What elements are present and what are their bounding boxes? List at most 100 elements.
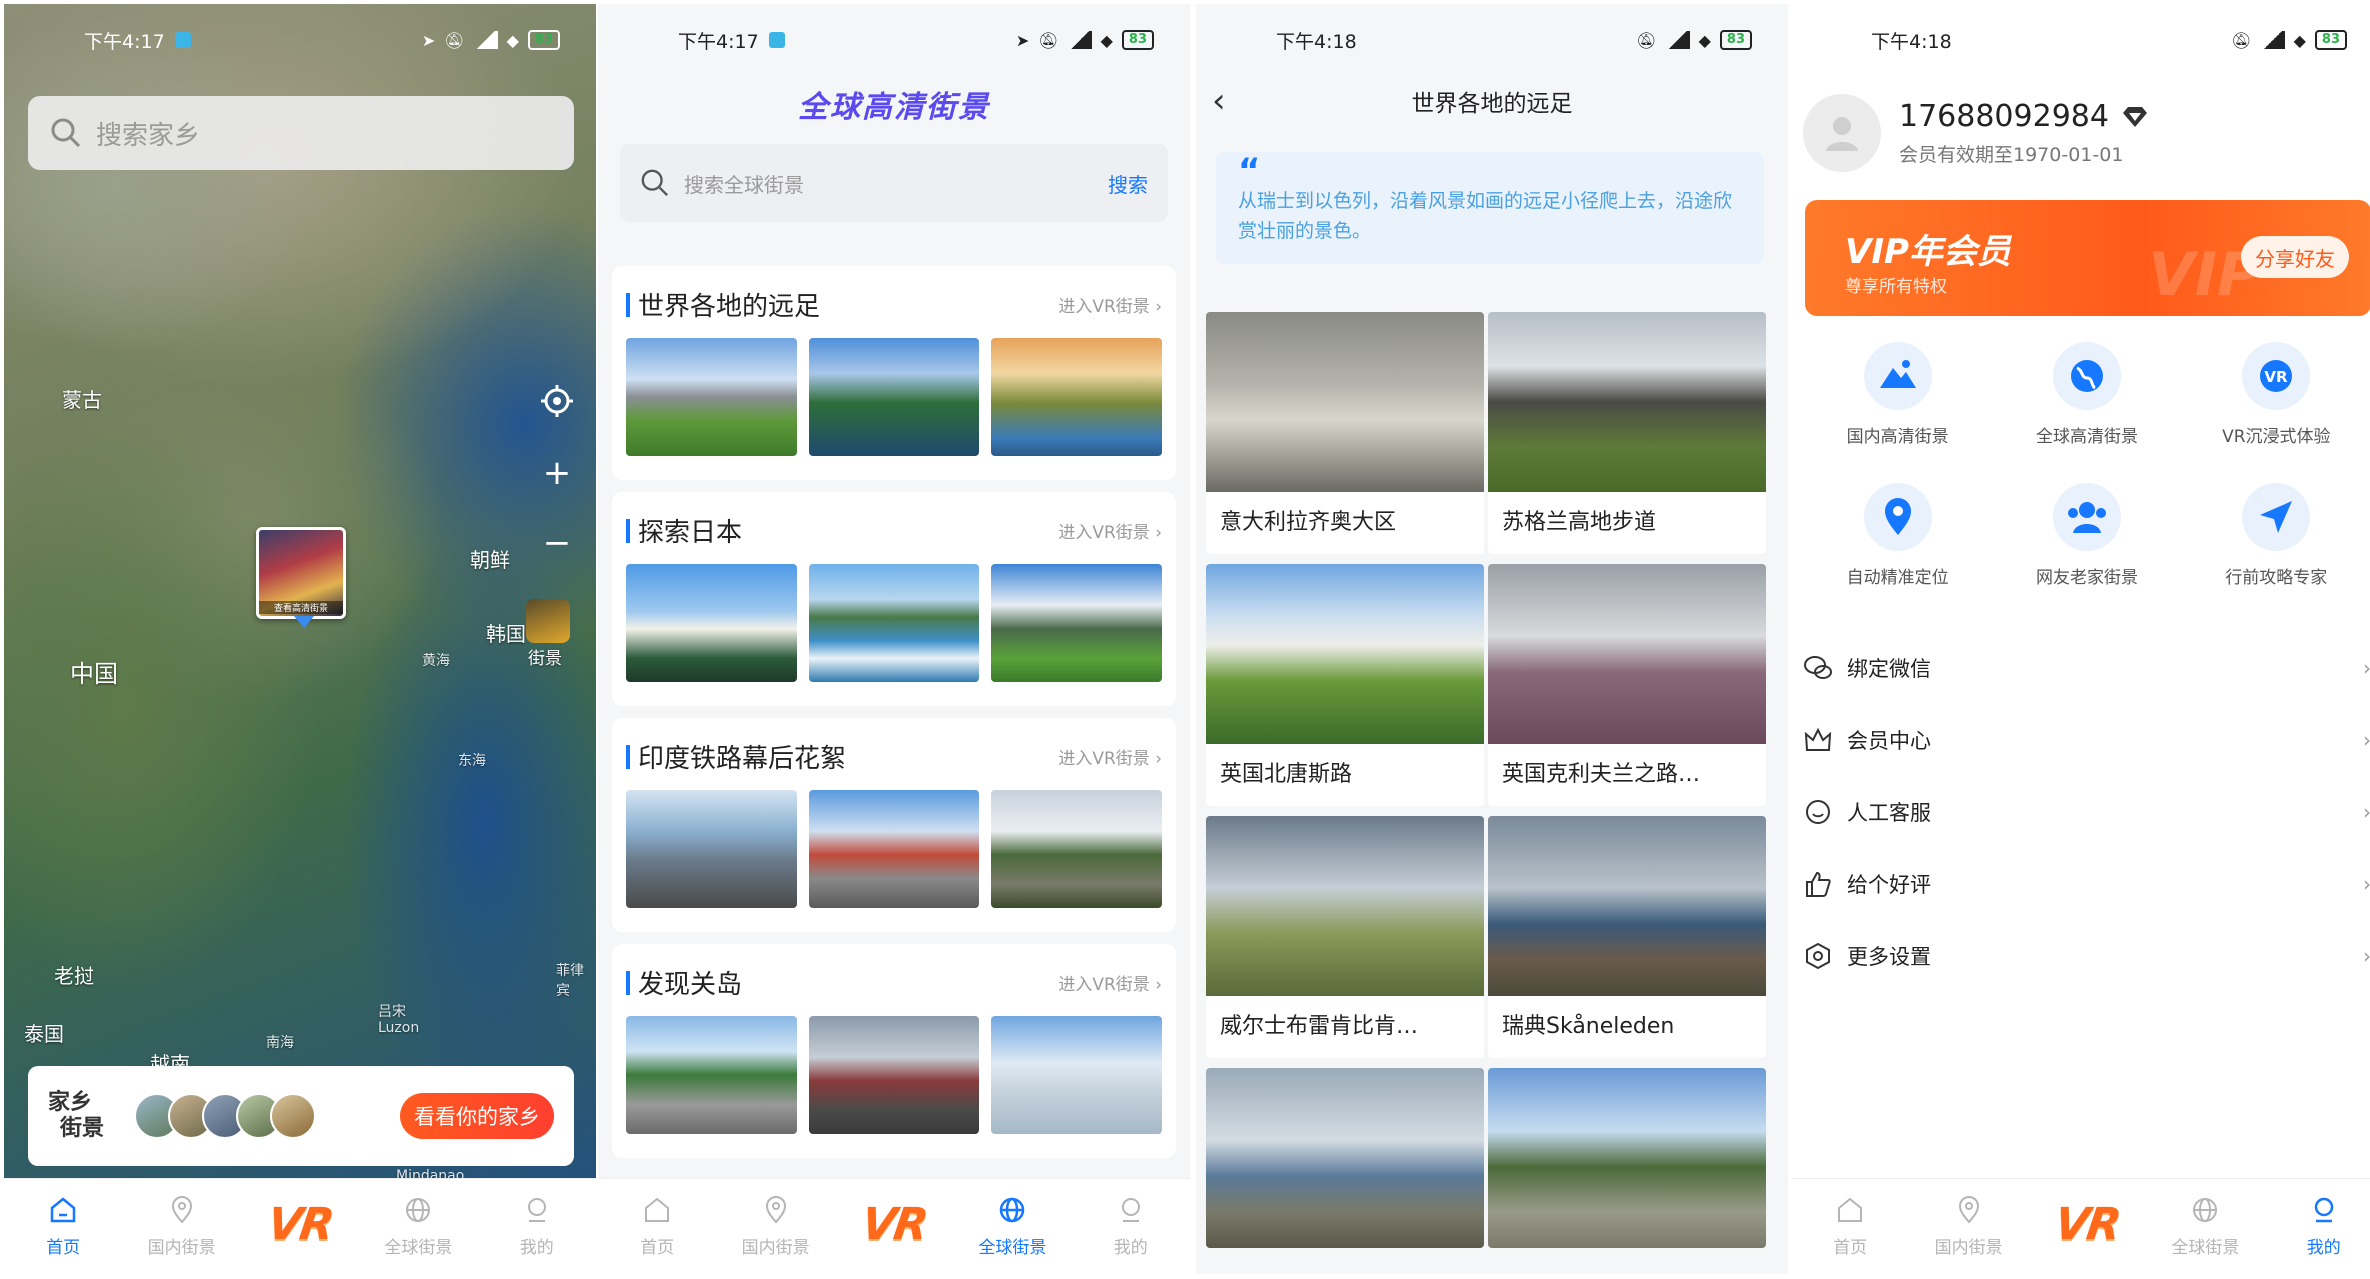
- destination-card[interactable]: 英国克利夫兰之路…: [1488, 564, 1766, 806]
- feature-domestic[interactable]: 国内高清街景: [1803, 342, 1992, 447]
- battery-icon: 83: [1121, 30, 1154, 50]
- tab-global[interactable]: 全球街景: [363, 1193, 473, 1258]
- tab-domestic[interactable]: 国内街景: [1914, 1193, 2024, 1258]
- thumbnail[interactable]: [626, 338, 797, 456]
- tab-home[interactable]: 首页: [1795, 1193, 1905, 1258]
- tab-domestic[interactable]: 国内街景: [721, 1193, 831, 1258]
- bottom-tab-bar: 首页 国内街景 VR 全球街景 我的: [1791, 1178, 2370, 1274]
- status-bar: 下午4:17 ➤ 🔕︎ ◆ 83: [598, 4, 1190, 76]
- signal-icon: [1665, 31, 1690, 49]
- tab-vr[interactable]: VR: [245, 1193, 355, 1250]
- thumbnail[interactable]: [626, 790, 797, 908]
- vip-card[interactable]: VIP VIP年会员 尊享所有特权 分享好友: [1805, 200, 2370, 316]
- tab-label: 首页: [640, 1238, 675, 1258]
- tab-vr[interactable]: VR: [839, 1193, 949, 1250]
- thumbnail[interactable]: [808, 338, 980, 456]
- feature-global[interactable]: 全球高清街景: [1992, 342, 2181, 447]
- share-friends-button[interactable]: 分享好友: [2241, 236, 2349, 278]
- wifi-icon: ◆: [2293, 30, 2306, 50]
- enter-vr-link[interactable]: 进入VR街景 ›: [1058, 744, 1162, 769]
- tab-vr[interactable]: VR: [2032, 1193, 2142, 1250]
- feature-location[interactable]: 自动精准定位: [1803, 483, 1992, 588]
- tab-global[interactable]: 全球街景: [957, 1193, 1067, 1258]
- thumbnail[interactable]: [626, 564, 797, 682]
- tab-home[interactable]: 首页: [8, 1193, 118, 1258]
- map-label-laos: 老挝: [54, 964, 94, 988]
- enter-vr-link[interactable]: 进入VR街景 ›: [1058, 518, 1162, 543]
- menu-label: 人工客服: [1847, 801, 1931, 825]
- back-button[interactable]: ‹: [1212, 81, 1226, 121]
- tab-label: 我的: [1113, 1238, 1148, 1258]
- map-label-philippines: 菲律宾: [556, 963, 584, 999]
- section-title: 印度铁路幕后花絮: [638, 744, 847, 774]
- menu-more-settings[interactable]: 更多设置 ›: [1803, 920, 2370, 992]
- street-view-pin[interactable]: 查看高清街景: [256, 527, 346, 619]
- locate-button[interactable]: [532, 376, 582, 426]
- plus-icon: +: [542, 453, 572, 493]
- menu-label: 绑定微信: [1847, 657, 1931, 681]
- global-search-input[interactable]: 搜索全球街景 搜索: [620, 144, 1168, 222]
- thumbnail[interactable]: [808, 790, 980, 908]
- menu-customer-service[interactable]: 人工客服 ›: [1803, 776, 2370, 848]
- default-avatar-icon: [1826, 117, 1858, 151]
- status-bar: 下午4:17 ➤ 🔕︎ ◆ 83: [4, 4, 596, 76]
- logo-line-2: 街景: [60, 1116, 105, 1141]
- feature-vr[interactable]: VR VR沉浸式体验: [2182, 342, 2370, 447]
- thumbnail[interactable]: [808, 1016, 980, 1134]
- user-profile[interactable]: 17688092984 会员有效期至1970-01-01: [1803, 92, 2370, 174]
- globe-icon: [2188, 1193, 2222, 1227]
- thumbnail[interactable]: [626, 1016, 797, 1134]
- feature-guide[interactable]: 行前攻略专家: [2182, 483, 2370, 588]
- zoom-in-button[interactable]: +: [532, 448, 582, 498]
- location-pin-icon: [759, 1193, 793, 1227]
- destination-card[interactable]: 苏格兰高地步道: [1488, 312, 1766, 554]
- thumbnail[interactable]: [991, 338, 1163, 456]
- tab-domestic[interactable]: 国内街景: [127, 1193, 237, 1258]
- tab-global[interactable]: 全球街景: [2150, 1193, 2260, 1258]
- card-label: 威尔士布雷肯比肯…: [1220, 1014, 1419, 1039]
- globe-icon: [995, 1193, 1029, 1227]
- feature-friends[interactable]: 网友老家街景: [1992, 483, 2181, 588]
- thumbnail[interactable]: [991, 1016, 1163, 1134]
- vr-logo-icon: VR: [264, 1199, 336, 1250]
- search-button[interactable]: 搜索: [1108, 169, 1148, 198]
- thumbnail[interactable]: [808, 564, 980, 682]
- tab-home[interactable]: 首页: [602, 1193, 712, 1258]
- battery-icon: 83: [1719, 30, 1752, 50]
- page-title: 全球高清街景: [798, 90, 990, 125]
- home-icon: [1833, 1193, 1867, 1227]
- destination-card[interactable]: 意大利拉齐奥大区: [1206, 312, 1484, 554]
- thumbnail[interactable]: [991, 790, 1163, 908]
- zoom-out-button[interactable]: −: [532, 518, 582, 568]
- enter-vr-link[interactable]: 进入VR街景 ›: [1058, 292, 1162, 317]
- location-icon: ➤: [421, 30, 436, 50]
- location-icon: ➤: [1015, 30, 1030, 50]
- destination-card[interactable]: 英国北唐斯路: [1206, 564, 1484, 806]
- destination-card[interactable]: [1488, 1068, 1766, 1248]
- status-bar: 下午4:18 🔕︎ ◆ 83: [1791, 4, 2370, 76]
- street-view-badge[interactable]: [526, 599, 570, 643]
- destination-card[interactable]: [1206, 1068, 1484, 1248]
- tab-mine[interactable]: 我的: [1076, 1193, 1186, 1258]
- menu-member-center[interactable]: 会员中心 ›: [1803, 704, 2370, 776]
- thumbnail[interactable]: [991, 564, 1163, 682]
- search-icon: [51, 118, 81, 148]
- destination-card[interactable]: 威尔士布雷肯比肯…: [1206, 816, 1484, 1058]
- map-label-thailand: 泰国: [24, 1022, 64, 1046]
- section-india-railway: 印度铁路幕后花絮 进入VR街景 ›: [612, 718, 1176, 932]
- avatar[interactable]: [1803, 94, 1881, 172]
- card-label: 英国克利夫兰之路…: [1502, 762, 1701, 787]
- hiking-detail-screen: 下午4:18 🔕︎ ◆ 83 ‹ 世界各地的远足 “ 从瑞士到以色列，沿着风景如…: [1196, 4, 1788, 1274]
- wifi-icon: ◆: [1100, 30, 1113, 50]
- menu-bind-wechat[interactable]: 绑定微信 ›: [1803, 632, 2370, 704]
- hometown-search-input[interactable]: 搜索家乡: [28, 96, 574, 170]
- see-hometown-button[interactable]: 看看你的家乡: [400, 1093, 554, 1139]
- menu-rate-app[interactable]: 给个好评 ›: [1803, 848, 2370, 920]
- enter-vr-link[interactable]: 进入VR街景 ›: [1058, 970, 1162, 995]
- hometown-card[interactable]: 家乡 街景 看看你的家乡: [28, 1066, 574, 1166]
- tab-mine[interactable]: 我的: [482, 1193, 592, 1258]
- tab-mine[interactable]: 我的: [2269, 1193, 2370, 1258]
- tab-label: 国内街景: [1934, 1238, 2003, 1258]
- hometown-avatars: [134, 1093, 316, 1139]
- destination-card[interactable]: 瑞典Skåneleden: [1488, 816, 1766, 1058]
